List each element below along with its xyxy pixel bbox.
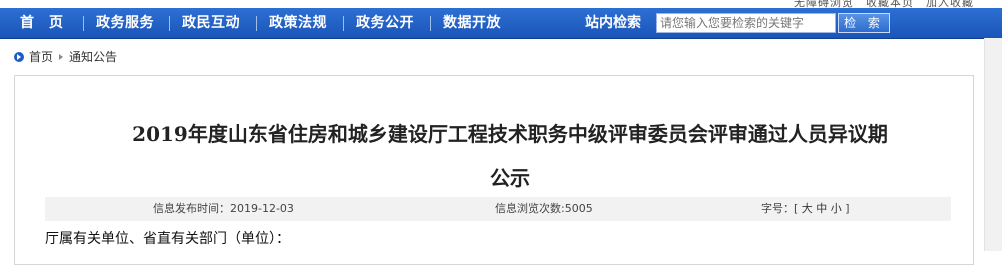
breadcrumb-home-link[interactable]: 首页 [29,50,53,64]
top-utility-strip: 无障碍浏览 收藏本页 加入收藏 [0,0,1002,8]
main-navigation-bar: 首 页 政务服务 政民互动 政策法规 政务公开 数据开放 站内检索 检 索 [0,8,1002,39]
article-title-line-1: 2019年度山东省住房和城乡建设厅工程技术职务中级评审委员会评审通过人员异议期 [132,122,888,146]
font-size-label: 字号： [761,202,794,215]
font-size-large-link[interactable]: 大 [802,202,813,215]
nav-separator [430,16,431,31]
breadcrumb-current-link[interactable]: 通知公告 [69,50,117,64]
nav-item-government-disclosure[interactable]: 政务公开 [356,8,414,38]
nav-separator [169,16,170,31]
nav-separator [343,16,344,31]
view-count-label: 信息浏览次数: [495,202,565,215]
article-title: 2019年度山东省住房和城乡建设厅工程技术职务中级评审委员会评审通过人员异议期 … [30,112,990,200]
font-size-bracket-close: ] [845,202,850,215]
nav-item-public-interaction[interactable]: 政民互动 [182,8,240,38]
font-size-medium-link[interactable]: 中 [816,202,827,215]
breadcrumb-separator-icon [59,54,64,60]
breadcrumb: 首页 通知公告 [14,48,117,66]
top-utility-links[interactable]: 无障碍浏览 收藏本页 加入收藏 [794,0,974,8]
nav-item-government-services[interactable]: 政务服务 [96,8,154,38]
view-count-value: 5005 [564,202,593,215]
publish-date: 2019-12-03 [230,202,294,215]
view-count-info: 信息浏览次数:5005 [495,197,593,221]
site-search-label: 站内检索 [585,15,641,31]
nav-item-policies-regulations[interactable]: 政策法规 [269,8,327,38]
font-size-controls: 字号：[ 大 中 小 ] [761,197,850,221]
article-first-paragraph: 厅属有关单位、省直有关部门（单位）： [45,231,290,247]
font-size-bracket-open: [ [794,202,799,215]
nav-separator [83,16,84,31]
site-search-button[interactable]: 检 索 [838,13,890,33]
nav-item-open-data[interactable]: 数据开放 [443,8,501,38]
nav-item-home[interactable]: 首 页 [20,8,64,38]
publish-info: 信息发布时间：2019-12-03 [153,197,294,221]
font-size-small-link[interactable]: 小 [831,202,842,215]
article-title-line-2: 公示 [490,166,530,190]
nav-separator [256,16,257,31]
site-search-input[interactable] [656,13,836,33]
breadcrumb-arrow-icon [14,52,24,62]
article-meta-bar: 信息发布时间：2019-12-03 信息浏览次数:5005 字号：[ 大 中 小… [45,197,951,221]
publish-label: 信息发布时间： [153,202,230,215]
